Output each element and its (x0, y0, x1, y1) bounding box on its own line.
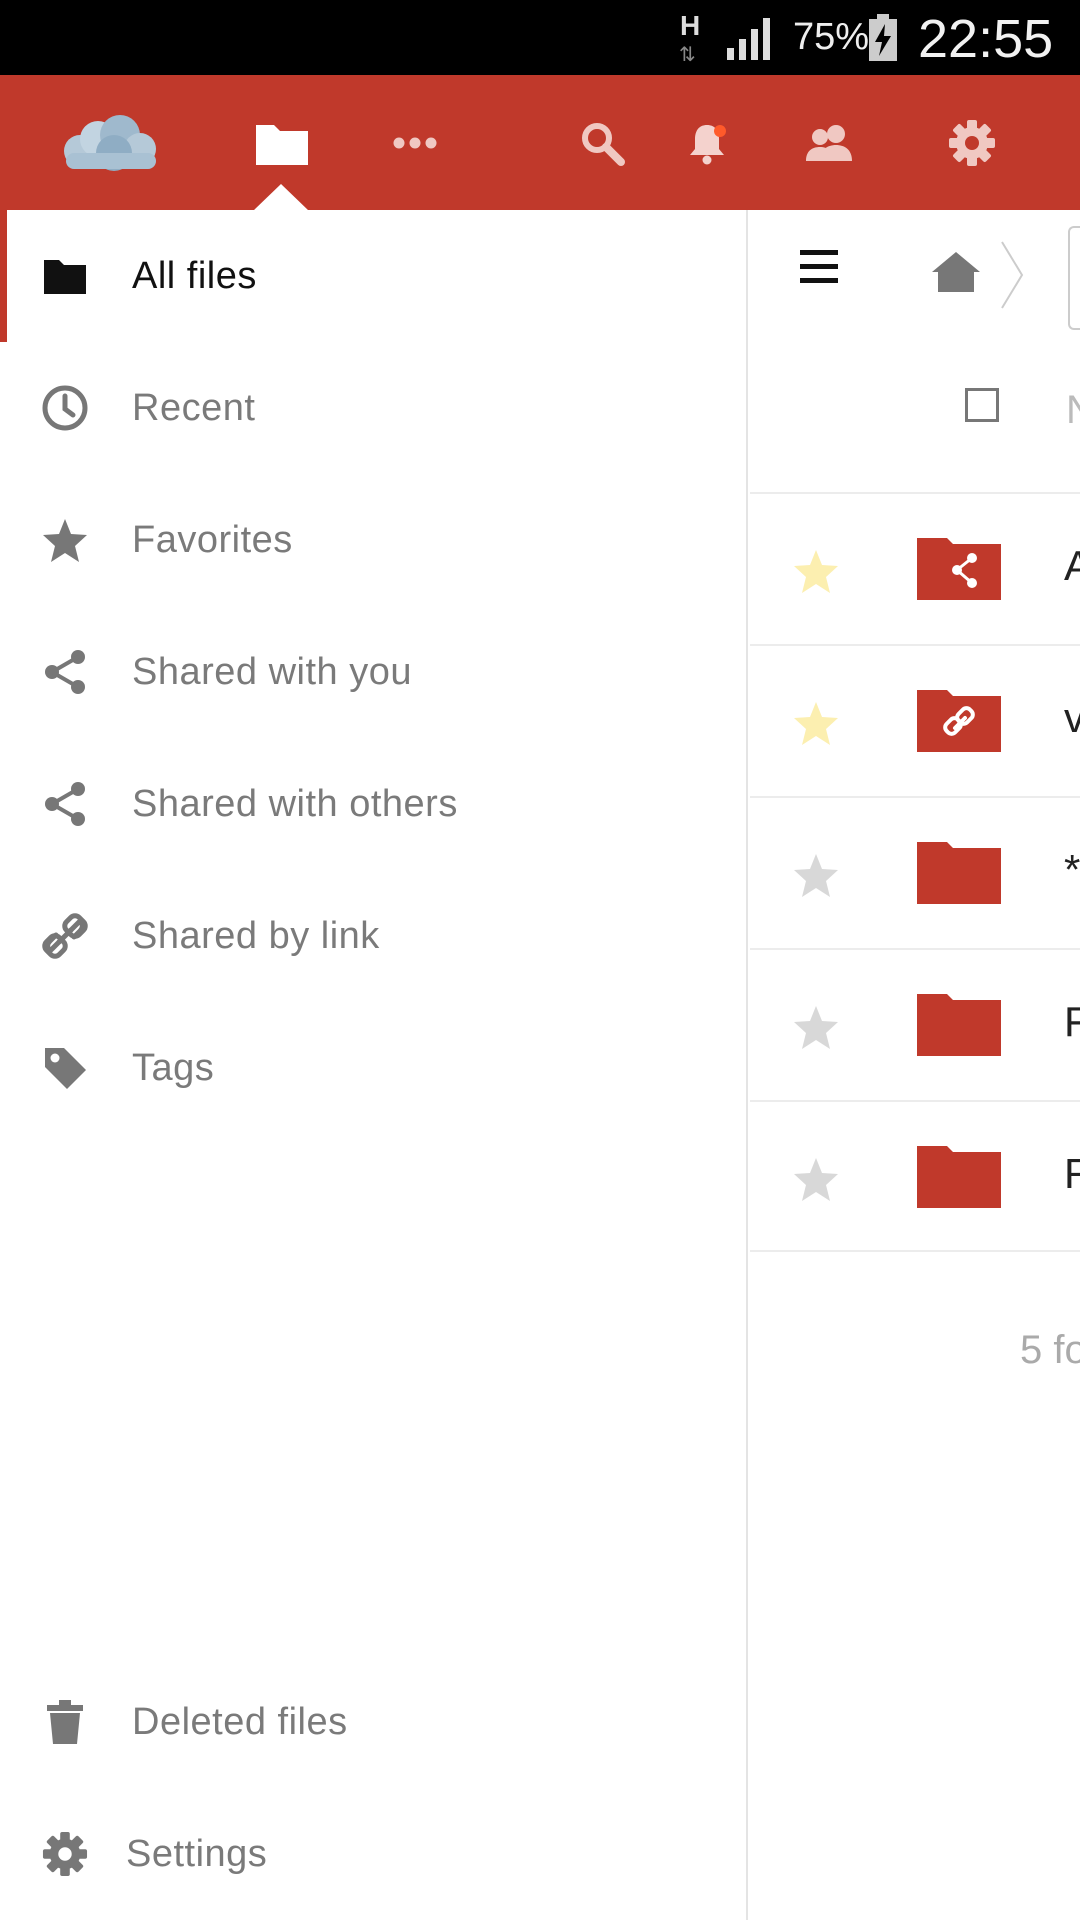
battery-charging-icon (869, 14, 897, 61)
gear-icon[interactable] (945, 75, 999, 210)
sidebar-item-settings[interactable]: Settings (0, 1788, 746, 1920)
table-row[interactable]: * (750, 796, 1080, 948)
sidebar-item-label: Shared by link (132, 914, 380, 957)
sidebar-item-label: All files (132, 254, 257, 297)
file-name: v (1064, 694, 1080, 741)
sidebar-item-deleted-files[interactable]: Deleted files (0, 1656, 746, 1788)
sidebar-item-tags[interactable]: Tags (0, 1002, 746, 1134)
new-button[interactable] (1068, 226, 1080, 330)
select-all-checkbox[interactable] (965, 388, 999, 422)
notification-dot (714, 125, 726, 137)
folder-count-summary: 5 fo (1020, 1328, 1080, 1372)
signal-icon (727, 18, 770, 60)
share-icon (40, 779, 90, 829)
active-indicator (0, 210, 7, 342)
sidebar-item-all-files[interactable]: All files (0, 210, 746, 342)
list-header: N (750, 340, 1080, 490)
file-name: * (1064, 846, 1080, 893)
share-icon (40, 647, 90, 697)
name-column-header[interactable]: N (1066, 388, 1080, 433)
breadcrumb (750, 210, 1080, 340)
home-icon[interactable] (930, 250, 982, 294)
sidebar-item-favorites[interactable]: Favorites (0, 474, 746, 606)
folder-icon (917, 1146, 1001, 1208)
battery-percent: 75% (793, 16, 870, 58)
bell-icon[interactable] (682, 75, 732, 210)
sidebar-item-label: Deleted files (132, 1700, 348, 1743)
network-indicator: H ⇅ (676, 10, 706, 66)
favorite-star-icon[interactable] (792, 1004, 840, 1050)
favorite-star-icon[interactable] (792, 548, 840, 594)
contacts-icon[interactable] (800, 75, 858, 210)
favorite-star-icon[interactable] (792, 700, 840, 746)
breadcrumb-separator-icon (1001, 241, 1024, 309)
sidebar-item-recent[interactable]: Recent (0, 342, 746, 474)
network-type: H (680, 10, 701, 41)
gear-icon (40, 1829, 90, 1879)
tag-icon (40, 1043, 90, 1093)
table-row[interactable]: A (750, 492, 1080, 644)
more-icon[interactable] (385, 75, 445, 210)
folder-icon (40, 251, 90, 301)
file-name: A (1064, 542, 1080, 589)
clock-icon (40, 383, 90, 433)
sidebar-item-shared-with-you[interactable]: Shared with you (0, 606, 746, 738)
folder-icon (917, 994, 1001, 1056)
app-header (0, 75, 1080, 210)
favorite-star-icon[interactable] (792, 852, 840, 898)
status-bar: H ⇅ 75% 22:55 (0, 0, 1080, 75)
file-name: R (1064, 1150, 1080, 1197)
file-list-panel: N A v (750, 210, 1080, 1920)
sidebar-item-label: Tags (132, 1046, 215, 1089)
folder-icon (917, 842, 1001, 904)
active-section-caret (253, 184, 309, 211)
file-name: F (1064, 998, 1080, 1045)
link-folder-icon (917, 690, 1001, 752)
search-icon[interactable] (576, 75, 628, 210)
star-icon (40, 515, 90, 565)
sidebar-item-label: Favorites (132, 518, 293, 561)
sidebar-item-label: Settings (126, 1832, 268, 1875)
sidebar-item-label: Recent (132, 386, 256, 429)
link-icon (40, 911, 90, 961)
sidebar-item-label: Shared with you (132, 650, 412, 693)
sidebar-item-shared-with-others[interactable]: Shared with others (0, 738, 746, 870)
menu-icon[interactable] (800, 250, 838, 284)
sidebar-item-label: Shared with others (132, 782, 458, 825)
shared-folder-icon (917, 538, 1001, 600)
clock: 22:55 (918, 9, 1054, 69)
network-activity-icon: ⇅ (679, 44, 696, 66)
trash-icon (40, 1697, 90, 1747)
sidebar-item-shared-by-link[interactable]: Shared by link (0, 870, 746, 1002)
table-row[interactable]: F (750, 948, 1080, 1100)
cloud-logo-icon[interactable] (50, 75, 170, 210)
favorite-star-icon[interactable] (792, 1156, 840, 1202)
table-row[interactable]: R (750, 1100, 1080, 1252)
navigation-sidebar: All files Recent Favorites Shared with y… (0, 210, 748, 1920)
table-row[interactable]: v (750, 644, 1080, 796)
